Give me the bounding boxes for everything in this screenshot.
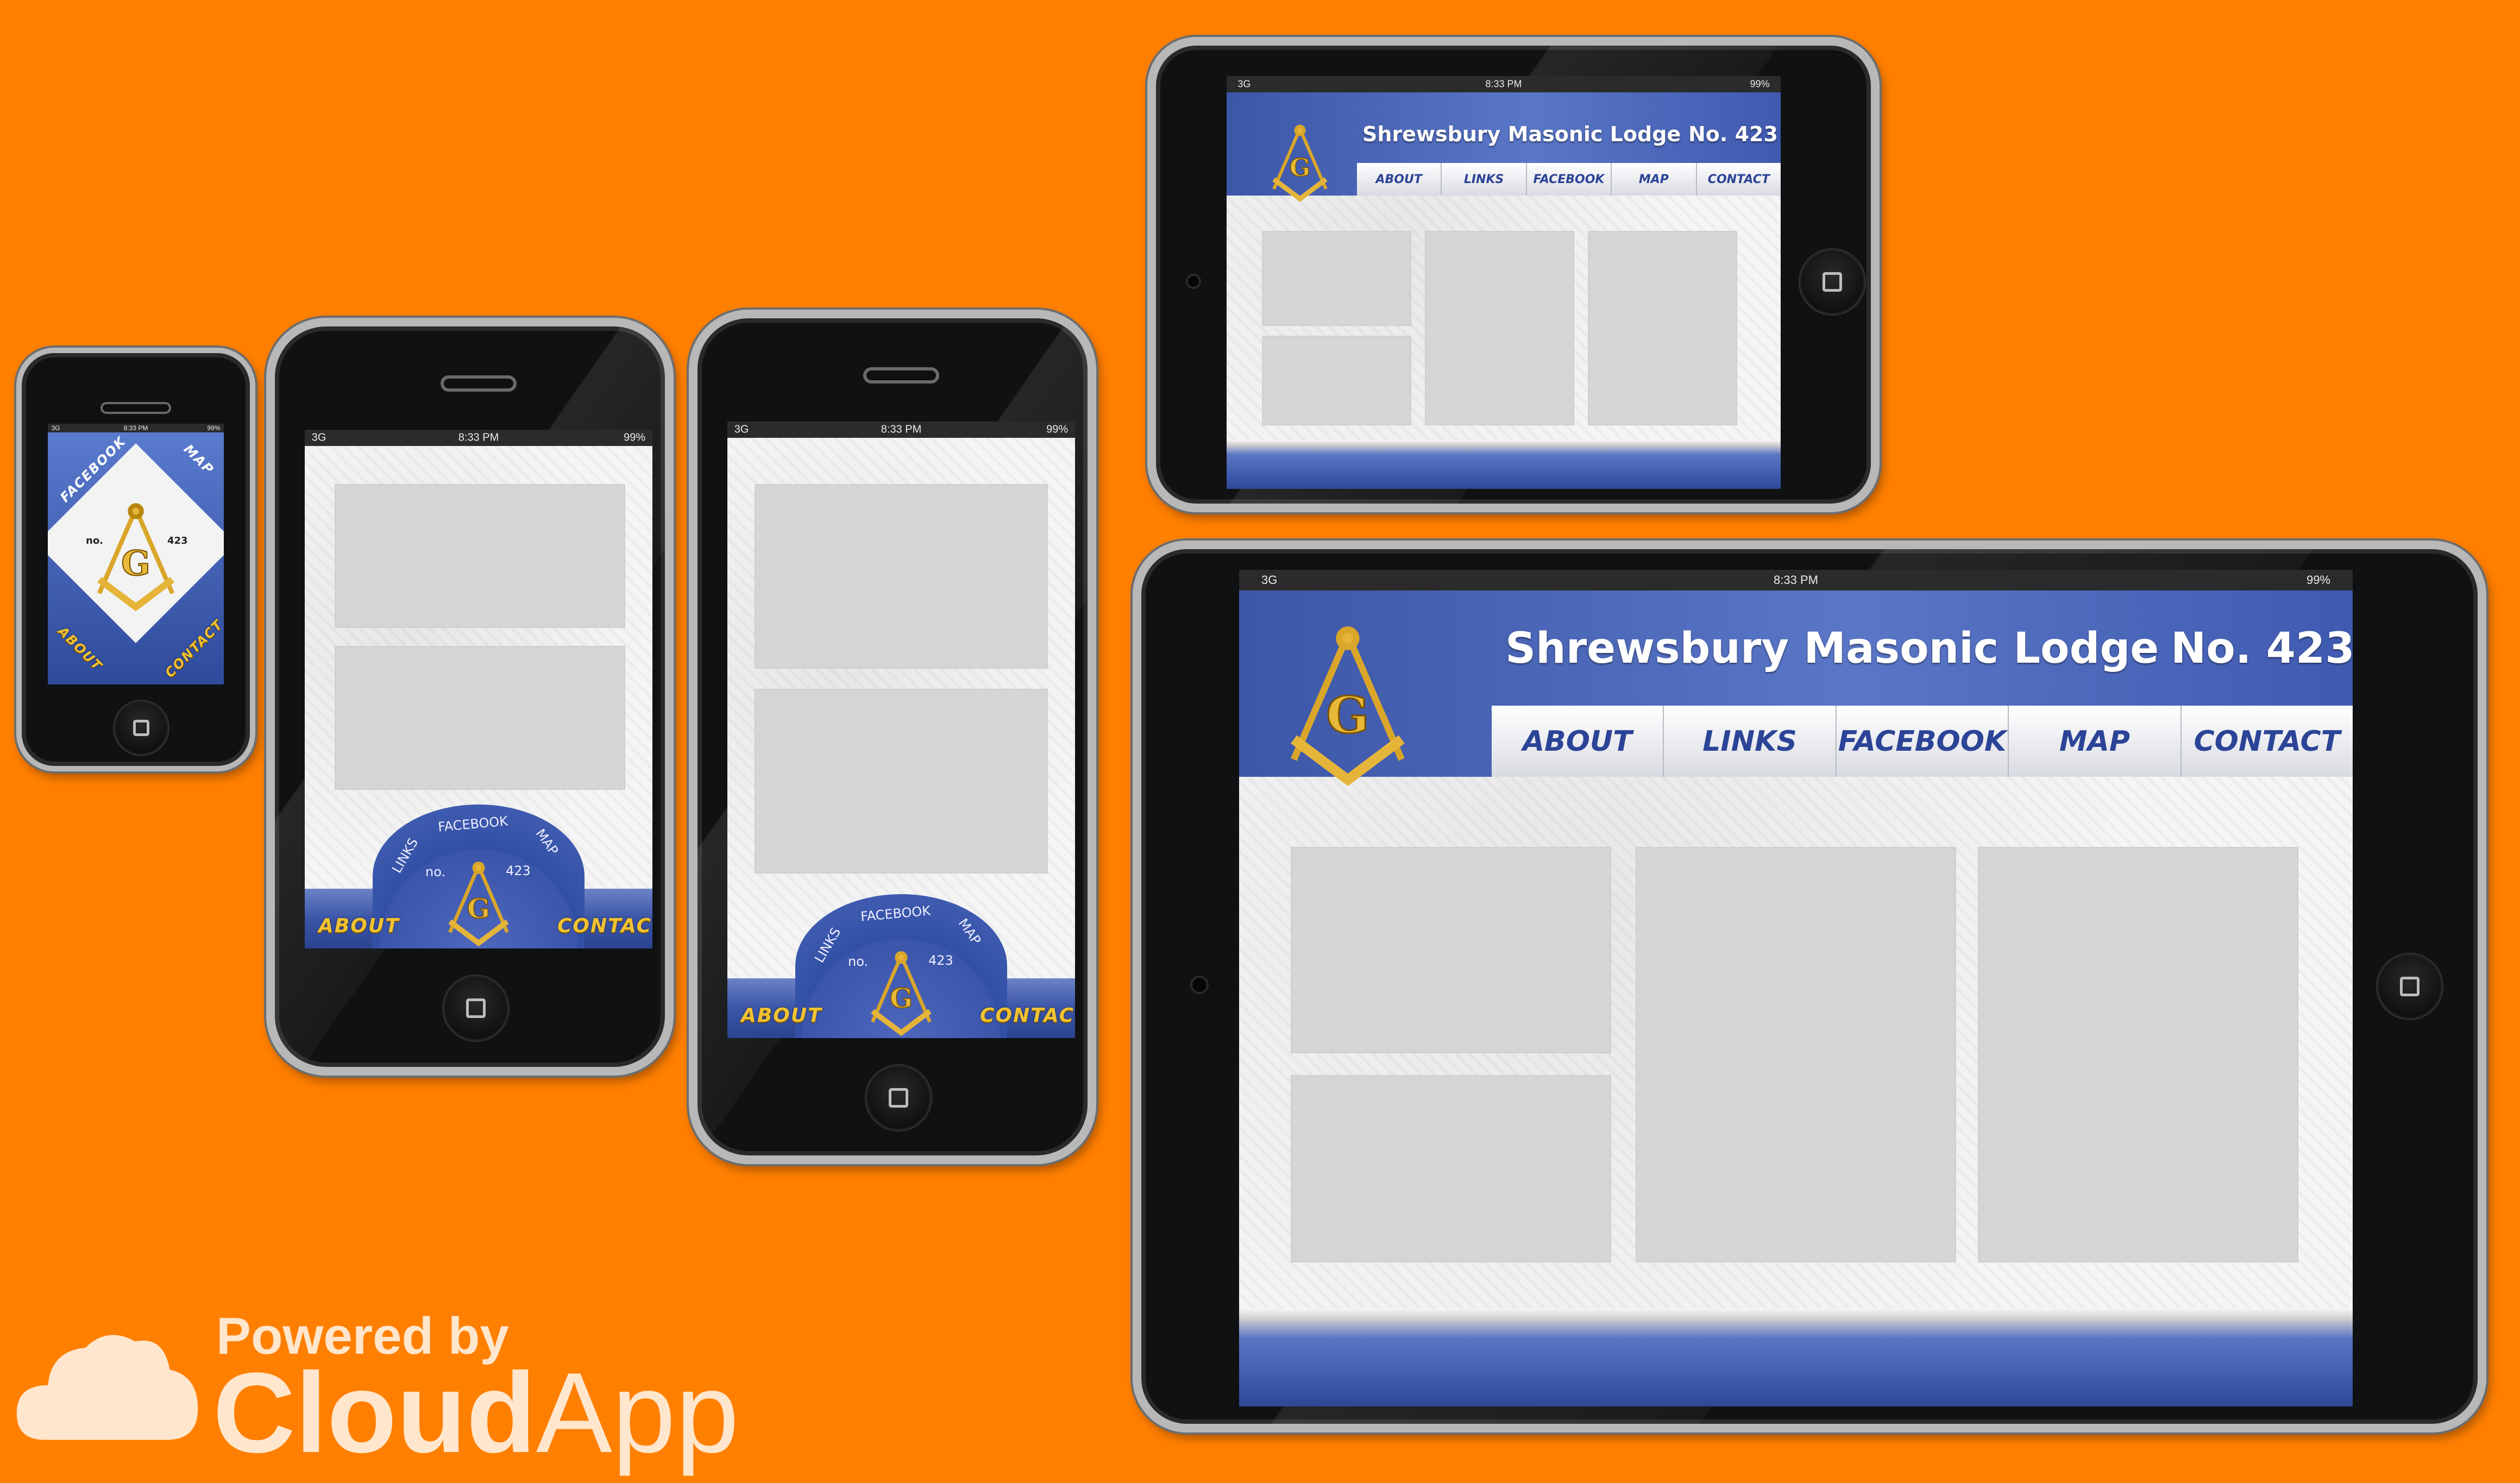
signal-indicator: 3G — [1261, 573, 1278, 587]
site-title: Shrewsbury Masonic Lodge — [1362, 122, 1681, 146]
content-placeholder — [335, 646, 625, 790]
battery-level: 99% — [624, 431, 646, 444]
signal-indicator: 3G — [734, 423, 749, 436]
tab-map[interactable]: MAP — [2008, 706, 2180, 777]
corner-link-map[interactable]: MAP — [181, 442, 217, 478]
status-time: 8:33 PM — [458, 431, 499, 444]
content-placeholder — [1978, 847, 2298, 1262]
battery-level: 99% — [1046, 423, 1069, 436]
battery-level: 99% — [1750, 78, 1770, 90]
content-placeholder — [335, 484, 625, 628]
site-title: Shrewsbury Masonic Lodge — [1505, 624, 2159, 673]
signal-indicator: 3G — [1237, 78, 1251, 90]
status-bar: 3G 8:33 PM 99% — [727, 422, 1075, 438]
home-button-icon[interactable] — [114, 701, 168, 755]
emblem-no-label: no. — [425, 864, 446, 879]
nav-bar: ABOUT LINKS FACEBOOK MAP CONTACT — [1357, 163, 1781, 196]
square-compass-emblem-icon: G — [97, 503, 175, 612]
svg-text:G: G — [890, 983, 913, 1014]
status-time: 8:33 PM — [1774, 573, 1818, 587]
site-footer — [1227, 440, 1781, 489]
menu-link-contact[interactable]: CONTACT — [557, 915, 652, 937]
home-button-icon[interactable] — [1800, 249, 1865, 315]
content-placeholder — [1262, 231, 1411, 326]
content-placeholder — [1588, 231, 1737, 425]
cloud-logo-icon — [16, 1335, 198, 1440]
svg-text:G: G — [467, 893, 490, 925]
camera — [1190, 976, 1209, 994]
tab-contact[interactable]: CONTACT — [1695, 163, 1781, 196]
tab-facebook[interactable]: FACEBOOK — [1835, 706, 2008, 777]
tablet-device: 3G 8:33 PM 99% G Shrewsbury Masonic Lodg… — [1133, 541, 2486, 1432]
svg-text:G: G — [121, 543, 150, 583]
content-placeholder — [1425, 231, 1574, 425]
content-placeholder — [755, 484, 1048, 669]
camera — [1186, 274, 1201, 289]
content-placeholder — [1262, 336, 1411, 425]
battery-level: 99% — [2306, 573, 2330, 587]
lodge-number: No. 423 — [2171, 624, 2353, 673]
content-placeholder — [1291, 847, 1611, 1053]
tab-about[interactable]: ABOUT — [1357, 163, 1441, 196]
square-compass-emblem-icon: G — [1291, 626, 1405, 787]
small-phone-screen: 3G 8:33 PM 99% G no. 423 FACEBOOK MAP AB… — [48, 424, 224, 684]
signal-indicator: 3G — [51, 424, 60, 432]
emblem-number-label: 423 — [928, 953, 953, 968]
home-button-icon[interactable] — [2377, 954, 2442, 1019]
phone2-screen: 3G 8:33 PM 99% LINKS FACEBOOK MAP G no. … — [305, 430, 652, 948]
site-footer — [1239, 1309, 2353, 1406]
status-bar: 3G 8:33 PM 99% — [1239, 570, 2353, 590]
corner-link-contact[interactable]: CONTACT — [162, 617, 224, 681]
tab-contact[interactable]: CONTACT — [2180, 706, 2353, 777]
corner-link-about[interactable]: ABOUT — [55, 624, 105, 674]
status-bar: 3G 8:33 PM 99% — [1227, 76, 1781, 92]
home-button-icon[interactable] — [866, 1065, 931, 1130]
emblem-no-label: no. — [86, 535, 104, 546]
tab-links[interactable]: LINKS — [1663, 706, 1835, 777]
svg-text:G: G — [1326, 686, 1369, 745]
landscape-device: 3G 8:33 PM 99% G Shrewsbury Masonic Lodg… — [1147, 37, 1880, 512]
nav-bar: ABOUT LINKS FACEBOOK MAP CONTACT — [1492, 706, 2353, 777]
speaker — [441, 375, 517, 392]
status-time: 8:33 PM — [1485, 78, 1522, 90]
phone3-screen: 3G 8:33 PM 99% LINKS FACEBOOK MAP G no. … — [727, 422, 1075, 1038]
menu-link-about[interactable]: ABOUT — [741, 1004, 822, 1027]
emblem-number-label: 423 — [167, 535, 188, 546]
content-placeholder — [1636, 847, 1956, 1262]
speaker — [863, 367, 939, 384]
speaker — [100, 402, 171, 414]
square-compass-emblem-icon: G — [1272, 124, 1328, 202]
emblem-number-label: 423 — [506, 863, 531, 878]
phone-device-2: 3G 8:33 PM 99% LINKS FACEBOOK MAP G no. … — [266, 318, 674, 1076]
tab-facebook[interactable]: FACEBOOK — [1525, 163, 1611, 196]
signal-indicator: 3G — [311, 431, 326, 444]
emblem-no-label: no. — [848, 954, 869, 969]
phone-device-3: 3G 8:33 PM 99% LINKS FACEBOOK MAP G no. … — [689, 310, 1096, 1164]
status-time: 8:33 PM — [881, 423, 922, 436]
content-placeholder — [755, 689, 1048, 874]
status-time: 8:33 PM — [123, 424, 148, 432]
tab-about[interactable]: ABOUT — [1492, 706, 1663, 777]
home-button-icon[interactable] — [443, 976, 508, 1041]
landscape-screen: 3G 8:33 PM 99% G Shrewsbury Masonic Lodg… — [1227, 76, 1781, 489]
menu-link-contact[interactable]: CONTACT — [980, 1004, 1075, 1027]
status-bar: 3G 8:33 PM 99% — [48, 424, 224, 432]
cloudapp-app-text: App — [536, 1349, 739, 1476]
tab-links[interactable]: LINKS — [1441, 163, 1525, 196]
lodge-number: No. 423 — [1688, 122, 1778, 146]
small-phone-device: 3G 8:33 PM 99% G no. 423 FACEBOOK MAP AB… — [16, 348, 255, 771]
svg-text:G: G — [1290, 153, 1310, 182]
battery-level: 99% — [207, 424, 221, 432]
content-placeholder — [1291, 1075, 1611, 1262]
cloudapp-wordmark: CloudApp — [213, 1347, 739, 1479]
cloudapp-cloud-text: Cloud — [213, 1349, 536, 1476]
status-bar: 3G 8:33 PM 99% — [305, 430, 652, 446]
tablet-screen: 3G 8:33 PM 99% G Shrewsbury Masonic Lodg… — [1239, 570, 2353, 1406]
tab-map[interactable]: MAP — [1611, 163, 1695, 196]
menu-link-about[interactable]: ABOUT — [318, 915, 400, 937]
